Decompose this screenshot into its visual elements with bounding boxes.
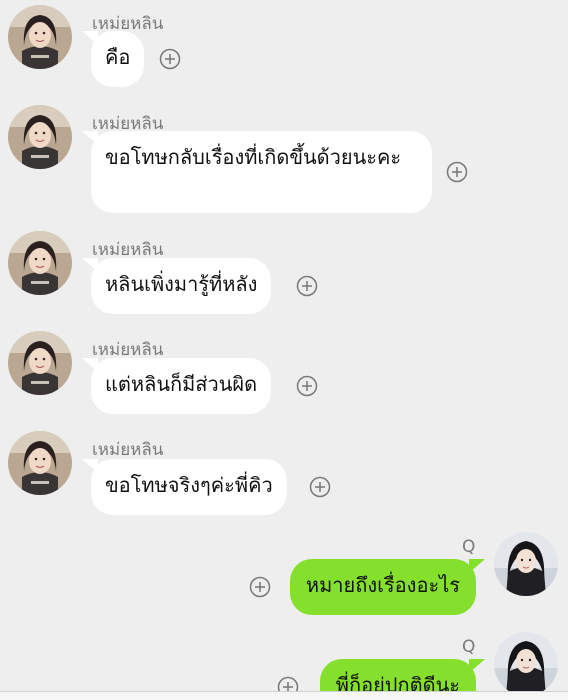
avatar[interactable] — [8, 231, 72, 295]
plus-circle-icon[interactable] — [249, 576, 271, 598]
sender-name: Q — [462, 637, 476, 657]
message-text: หลินเพิ่งมารู้ที่หลัง — [105, 272, 258, 296]
message-text: ขอโทษกลับเรื่องที่เกิดขึ้นด้วยนะคะ — [105, 145, 402, 169]
avatar[interactable] — [8, 331, 72, 395]
bubble-tail — [82, 358, 98, 372]
plus-circle-icon[interactable] — [446, 161, 468, 183]
avatar[interactable] — [8, 105, 72, 169]
bubble-tail — [82, 459, 98, 473]
bubble-tail — [82, 258, 98, 272]
message-text: คือ — [105, 45, 131, 69]
chat-window: เหม่ยหลิน คือ เหม่ยหลิน ขอโทษกลับเรื่องท… — [0, 0, 568, 700]
bubble-tail — [469, 659, 485, 673]
message-bubble[interactable]: คือ — [82, 31, 145, 87]
plus-circle-icon[interactable] — [309, 476, 331, 498]
message-bubble[interactable]: แต่หลินก็มีส่วนผิด — [82, 358, 272, 414]
bubble-tail — [82, 131, 98, 145]
message-text: แต่หลินก็มีส่วนผิด — [105, 372, 258, 396]
message-bubble[interactable]: หมายถึงเรื่องอะไร — [289, 559, 485, 615]
avatar[interactable] — [494, 632, 558, 696]
message-bubble[interactable]: ขอโทษกลับเรื่องที่เกิดขึ้นด้วยนะคะ — [82, 131, 432, 213]
message-bubble[interactable]: ขอโทษจริงๆค่ะพี่คิว — [82, 459, 287, 515]
avatar[interactable] — [494, 532, 558, 596]
sender-name: Q — [462, 537, 476, 557]
bubble-tail — [469, 559, 485, 573]
message-text: หมายถึงเรื่องอะไร — [305, 573, 460, 597]
bubble-tail — [82, 31, 98, 45]
plus-circle-icon[interactable] — [296, 275, 318, 297]
message-text: ขอโทษจริงๆค่ะพี่คิว — [105, 473, 273, 497]
avatar[interactable] — [8, 431, 72, 495]
input-bar-edge — [0, 691, 568, 700]
avatar[interactable] — [8, 5, 72, 69]
message-bubble[interactable]: หลินเพิ่งมารู้ที่หลัง — [82, 258, 272, 314]
plus-circle-icon[interactable] — [159, 48, 181, 70]
plus-circle-icon[interactable] — [296, 375, 318, 397]
